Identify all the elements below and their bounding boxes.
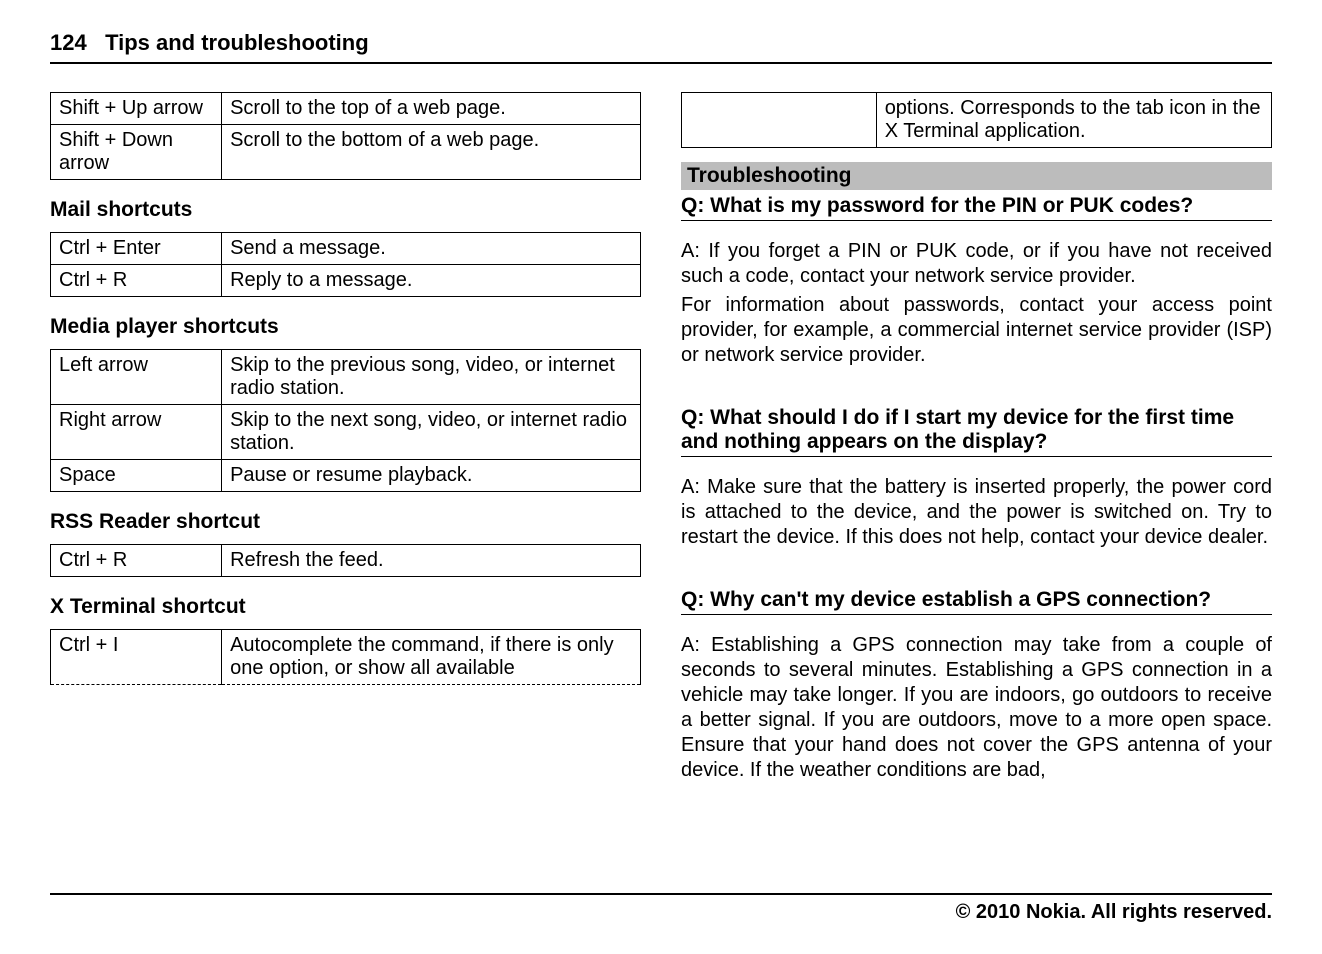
table-row: Shift + Up arrow Scroll to the top of a … xyxy=(51,93,641,125)
web-shortcuts-table: Shift + Up arrow Scroll to the top of a … xyxy=(50,92,641,180)
faq-question-2: Q: What should I do if I start my device… xyxy=(681,402,1272,457)
shortcut-key: Shift + Down arrow xyxy=(51,125,222,180)
table-row: options. Corresponds to the tab icon in … xyxy=(682,93,1272,148)
media-shortcuts-heading: Media player shortcuts xyxy=(50,315,641,339)
table-row: Left arrow Skip to the previous song, vi… xyxy=(51,350,641,405)
shortcut-desc: Skip to the next song, video, or interne… xyxy=(222,405,641,460)
shortcut-desc: Scroll to the top of a web page. xyxy=(222,93,641,125)
faq-question-1: Q: What is my password for the PIN or PU… xyxy=(681,190,1272,221)
shortcut-key: Ctrl + R xyxy=(51,545,222,577)
shortcut-desc: Skip to the previous song, video, or int… xyxy=(222,350,641,405)
mail-shortcuts-heading: Mail shortcuts xyxy=(50,198,641,222)
faq-question-3: Q: Why can't my device establish a GPS c… xyxy=(681,584,1272,615)
shortcut-desc-continuation: options. Corresponds to the tab icon in … xyxy=(876,93,1271,148)
table-row: Space Pause or resume playback. xyxy=(51,460,641,492)
shortcut-desc: Reply to a message. xyxy=(222,265,641,297)
left-column: Shift + Up arrow Scroll to the top of a … xyxy=(50,92,641,783)
right-column: options. Corresponds to the tab icon in … xyxy=(681,92,1272,783)
table-row: Right arrow Skip to the next song, video… xyxy=(51,405,641,460)
shortcut-key: Ctrl + R xyxy=(51,265,222,297)
section-title: Tips and troubleshooting xyxy=(105,30,369,55)
xterm-shortcut-table: Ctrl + I Autocomplete the command, if th… xyxy=(50,629,641,685)
page-header: 124 Tips and troubleshooting xyxy=(50,30,1272,64)
shortcut-key: Space xyxy=(51,460,222,492)
xterm-shortcut-continuation-table: options. Corresponds to the tab icon in … xyxy=(681,92,1272,148)
faq-answer-3: A: Establishing a GPS connection may tak… xyxy=(681,633,1272,783)
shortcut-desc: Refresh the feed. xyxy=(222,545,641,577)
table-row: Ctrl + R Reply to a message. xyxy=(51,265,641,297)
faq-answer-1-p2: For information about passwords, contact… xyxy=(681,293,1272,368)
shortcut-desc: Pause or resume playback. xyxy=(222,460,641,492)
rss-shortcut-heading: RSS Reader shortcut xyxy=(50,510,641,534)
mail-shortcuts-table: Ctrl + Enter Send a message. Ctrl + R Re… xyxy=(50,232,641,297)
document-page: 124 Tips and troubleshooting Shift + Up … xyxy=(0,0,1322,954)
troubleshooting-section-bar: Troubleshooting xyxy=(681,162,1272,190)
shortcut-key: Ctrl + Enter xyxy=(51,233,222,265)
empty-cell xyxy=(682,93,877,148)
shortcut-desc: Send a message. xyxy=(222,233,641,265)
shortcut-desc: Autocomplete the command, if there is on… xyxy=(222,630,641,685)
media-shortcuts-table: Left arrow Skip to the previous song, vi… xyxy=(50,349,641,492)
page-number: 124 xyxy=(50,30,87,55)
shortcut-key: Right arrow xyxy=(51,405,222,460)
rss-shortcut-table: Ctrl + R Refresh the feed. xyxy=(50,544,641,577)
shortcut-key: Ctrl + I xyxy=(51,630,222,685)
page-footer: © 2010 Nokia. All rights reserved. xyxy=(50,893,1272,924)
table-row: Ctrl + Enter Send a message. xyxy=(51,233,641,265)
shortcut-desc: Scroll to the bottom of a web page. xyxy=(222,125,641,180)
faq-answer-1-p1: A: If you forget a PIN or PUK code, or i… xyxy=(681,239,1272,289)
table-row: Shift + Down arrow Scroll to the bottom … xyxy=(51,125,641,180)
xterm-shortcut-heading: X Terminal shortcut xyxy=(50,595,641,619)
faq-answer-2: A: Make sure that the battery is inserte… xyxy=(681,475,1272,550)
shortcut-key: Left arrow xyxy=(51,350,222,405)
two-column-layout: Shift + Up arrow Scroll to the top of a … xyxy=(50,92,1272,783)
table-row: Ctrl + I Autocomplete the command, if th… xyxy=(51,630,641,685)
table-row: Ctrl + R Refresh the feed. xyxy=(51,545,641,577)
shortcut-key: Shift + Up arrow xyxy=(51,93,222,125)
